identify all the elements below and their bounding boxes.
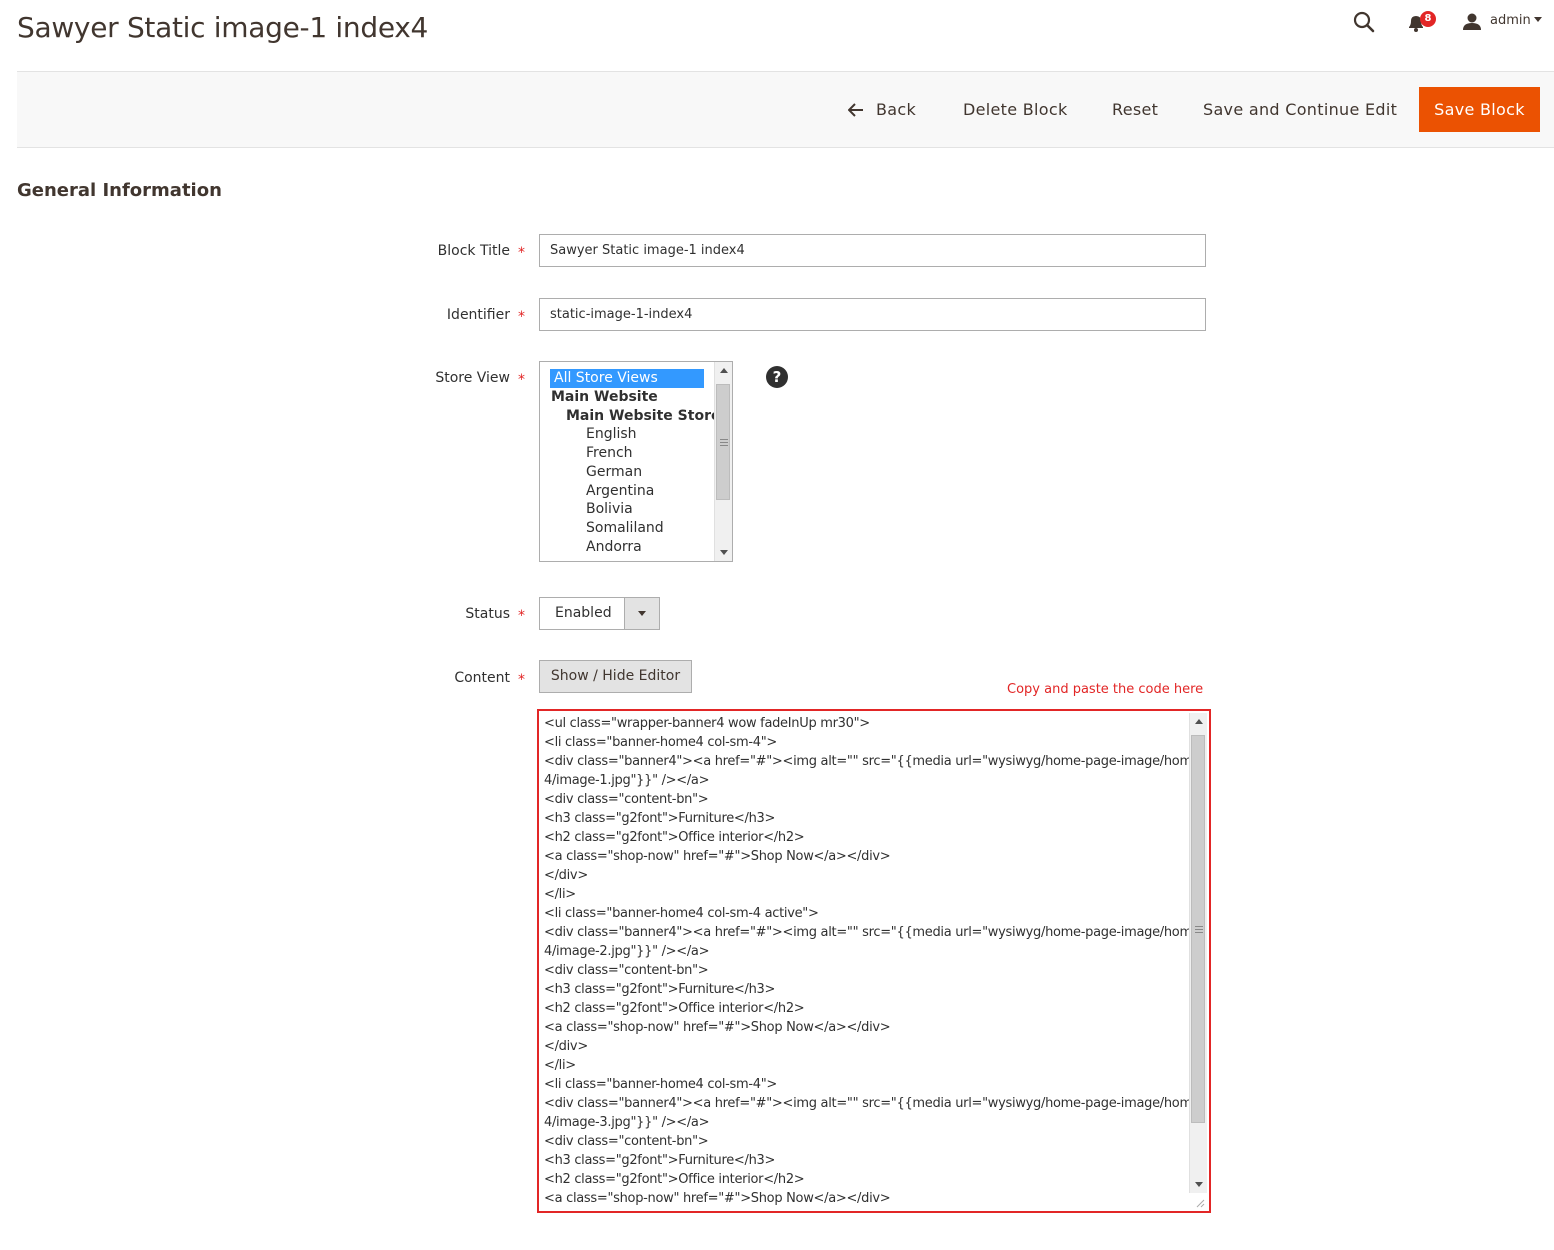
code-line: <h3 class="g2font">Furniture</h3>	[544, 811, 776, 826]
store-view-label: Store View	[435, 370, 510, 386]
required-marker: *	[518, 672, 525, 688]
store-view-option[interactable]: All Store Views	[550, 369, 704, 388]
content-textarea[interactable]: <ul class="wrapper-banner4 wow fadeInUp …	[537, 709, 1211, 1213]
delete-block-button[interactable]: Delete Block	[963, 92, 1068, 128]
save-block-button[interactable]: Save Block	[1419, 87, 1540, 132]
store-view-option[interactable]: French	[586, 444, 633, 463]
code-line: 4/image-1.jpg"}}" /></a>	[544, 773, 710, 788]
store-view-option[interactable]: English	[586, 425, 637, 444]
code-line: <div class="banner4"><a href="#"><img al…	[544, 1096, 1204, 1111]
code-line: 4/image-3.jpg"}}" /></a>	[544, 1115, 710, 1130]
store-view-option[interactable]: Andorra	[586, 538, 642, 557]
status-value: Enabled	[555, 605, 612, 621]
content-label: Content	[454, 670, 510, 686]
identifier-input[interactable]	[539, 298, 1206, 331]
resize-grip-icon[interactable]	[1195, 1198, 1205, 1208]
required-marker: *	[518, 608, 525, 624]
code-line: <div class="banner4"><a href="#"><img al…	[544, 925, 1204, 940]
arrow-left-icon	[848, 103, 863, 117]
store-view-option[interactable]: Somaliland	[586, 519, 664, 538]
code-line: <h2 class="g2font">Office interior</h2>	[544, 830, 805, 845]
code-line: <div class="content-bn">	[544, 792, 709, 807]
store-view-scrollbar[interactable]	[714, 362, 732, 561]
reset-button[interactable]: Reset	[1112, 92, 1158, 128]
block-title-input[interactable]	[539, 234, 1206, 267]
search-icon[interactable]	[1353, 11, 1375, 33]
store-view-option[interactable]: German	[586, 463, 642, 482]
scroll-up-icon[interactable]	[720, 368, 728, 373]
code-line: <li class="banner-home4 col-sm-4 active"…	[544, 906, 819, 921]
notification-badge: 8	[1420, 11, 1436, 27]
chevron-down-icon[interactable]	[1534, 17, 1542, 22]
status-select[interactable]: Enabled	[539, 597, 660, 630]
required-marker: *	[518, 309, 525, 325]
back-button[interactable]: Back	[848, 92, 916, 128]
code-line: 4/image-2.jpg"}}" /></a>	[544, 944, 710, 959]
show-hide-editor-button[interactable]: Show / Hide Editor	[539, 660, 692, 693]
block-title-label: Block Title	[437, 243, 510, 259]
store-view-option[interactable]: Main Website Store	[566, 407, 720, 426]
status-label: Status	[465, 606, 510, 622]
content-code: <ul class="wrapper-banner4 wow fadeInUp …	[544, 714, 1204, 1208]
content-scrollbar[interactable]	[1189, 713, 1207, 1193]
select-arrow	[624, 598, 659, 629]
section-title: General Information	[17, 180, 222, 201]
identifier-label: Identifier	[446, 307, 510, 323]
code-line: <h2 class="g2font">Office interior</h2>	[544, 1001, 805, 1016]
code-line: </li>	[544, 887, 576, 902]
store-view-option[interactable]: Argentina	[586, 482, 654, 501]
code-line: <div class="content-bn">	[544, 963, 709, 978]
code-line: <div class="content-bn">	[544, 1134, 709, 1149]
code-line: <a class="shop-now" href="#">Shop Now</a…	[544, 1191, 891, 1206]
required-marker: *	[518, 372, 525, 388]
code-line: <h3 class="g2font">Furniture</h3>	[544, 982, 776, 997]
scroll-up-icon[interactable]	[1195, 719, 1203, 724]
code-line: <h2 class="g2font">Office interior</h2>	[544, 1172, 805, 1187]
code-line: <li class="banner-home4 col-sm-4">	[544, 1077, 778, 1092]
scroll-down-icon[interactable]	[1195, 1182, 1203, 1187]
code-line: <a class="shop-now" href="#">Shop Now</a…	[544, 849, 891, 864]
required-marker: *	[518, 245, 525, 261]
code-line: <ul class="wrapper-banner4 wow fadeInUp …	[544, 716, 870, 731]
chevron-down-icon	[638, 611, 646, 616]
scrollbar-thumb[interactable]	[1191, 735, 1205, 1123]
store-view-option[interactable]: Main Website	[551, 388, 658, 407]
code-line: </div>	[544, 1039, 588, 1054]
scrollbar-thumb[interactable]	[716, 384, 730, 500]
code-line: <a class="shop-now" href="#">Shop Now</a…	[544, 1020, 891, 1035]
help-icon[interactable]: ?	[766, 366, 788, 388]
user-icon[interactable]	[1462, 12, 1482, 32]
user-menu[interactable]: admin	[1490, 13, 1531, 28]
page-actions-bar: Back Delete Block Reset Save and Continu…	[17, 71, 1554, 148]
code-line: <li class="banner-home4 col-sm-4">	[544, 735, 778, 750]
back-button-label: Back	[876, 100, 917, 119]
store-view-option[interactable]: Bolivia	[586, 500, 633, 519]
save-and-continue-button[interactable]: Save and Continue Edit	[1203, 92, 1397, 128]
content-hint: Copy and paste the code here	[1007, 682, 1204, 697]
code-line: </li>	[544, 1058, 576, 1073]
scroll-down-icon[interactable]	[720, 550, 728, 555]
code-line: <div class="banner4"><a href="#"><img al…	[544, 754, 1204, 769]
store-view-multiselect[interactable]: All Store Views Main Website Main Websit…	[539, 361, 733, 562]
code-line: <h3 class="g2font">Furniture</h3>	[544, 1153, 776, 1168]
page-title: Sawyer Static image-1 index4	[17, 11, 429, 44]
code-line: </div>	[544, 868, 588, 883]
